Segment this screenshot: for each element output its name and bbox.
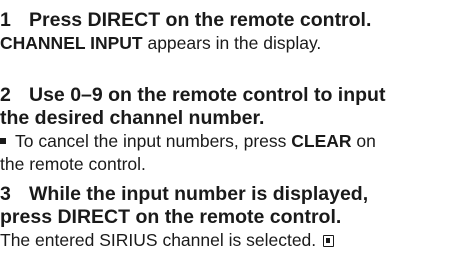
step-2-note-line-2: the remote control. — [0, 153, 455, 176]
step-2-heading-line-1: Use 0–9 on the remote control to input — [29, 84, 386, 106]
step-3-heading-line-1: While the input number is displayed, — [29, 183, 369, 205]
step-1-heading-line-1: Press DIRECT on the remote control. — [29, 9, 372, 31]
step-2-heading-line-2: the desired channel number. — [0, 107, 265, 129]
step-2-note-text: To cancel the input numbers, press — [15, 131, 292, 151]
step-1-number: 1 — [0, 9, 11, 31]
step-2-number: 2 — [0, 84, 11, 106]
step-3-body-text: The entered SIRIUS channel is selected. — [0, 230, 317, 250]
step-2-note-tail: on — [351, 131, 376, 151]
manual-page: 1 Press DIRECT on the remote control. CHA… — [0, 0, 455, 279]
channel-input-label: CHANNEL INPUT — [0, 33, 143, 53]
step-1-body: CHANNEL INPUT appears in the display. — [0, 32, 455, 55]
step-1-heading: 1 Press DIRECT on the remote control. — [0, 9, 455, 32]
step-3: 3 While the input number is displayed, pr… — [0, 183, 455, 252]
bullet-icon — [0, 138, 6, 144]
step-3-number: 3 — [0, 183, 11, 205]
step-3-heading-line-2: press DIRECT on the remote control. — [0, 206, 342, 228]
step-2-heading-1: 2 Use 0–9 on the remote control to input — [0, 84, 455, 107]
end-of-section-icon — [323, 235, 335, 247]
step-2-note-line-1: To cancel the input numbers, press CLEAR… — [0, 130, 455, 153]
step-1-body-text: appears in the display. — [142, 33, 322, 53]
step-3-heading-2: press DIRECT on the remote control. — [0, 206, 455, 229]
clear-label: CLEAR — [291, 131, 352, 151]
step-2-note-text-2: the remote control. — [0, 154, 146, 174]
step-3-heading-1: 3 While the input number is displayed, — [0, 183, 455, 206]
step-2: 2 Use 0–9 on the remote control to input … — [0, 84, 455, 176]
step-3-body: The entered SIRIUS channel is selected. — [0, 229, 455, 252]
step-2-heading-2: the desired channel number. — [0, 107, 455, 130]
step-1: 1 Press DIRECT on the remote control. CHA… — [0, 9, 455, 55]
